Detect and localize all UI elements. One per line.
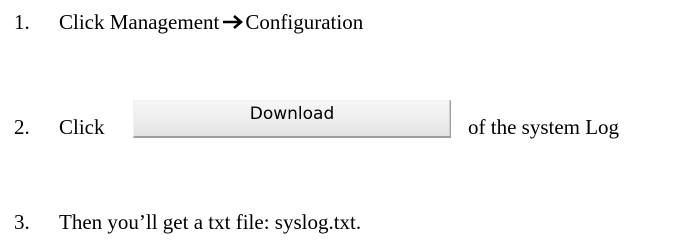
- step-3-text: Then you’ll get a txt file: syslog.txt.: [59, 210, 362, 234]
- step-text: Click Management Configuration: [59, 10, 363, 36]
- button-edge-divider: [449, 100, 450, 136]
- step-1-prefix: Click Management: [59, 10, 220, 34]
- step-2-prefix: Click: [59, 115, 105, 139]
- step-1-suffix: Configuration: [245, 10, 364, 34]
- step-number: 1.: [14, 10, 30, 34]
- step-number: 3.: [14, 210, 30, 234]
- download-button[interactable]: Download: [133, 100, 451, 138]
- step-number: 2.: [14, 115, 30, 139]
- step-2-suffix: of the system Log: [468, 115, 620, 139]
- right-arrow-icon: [222, 11, 244, 36]
